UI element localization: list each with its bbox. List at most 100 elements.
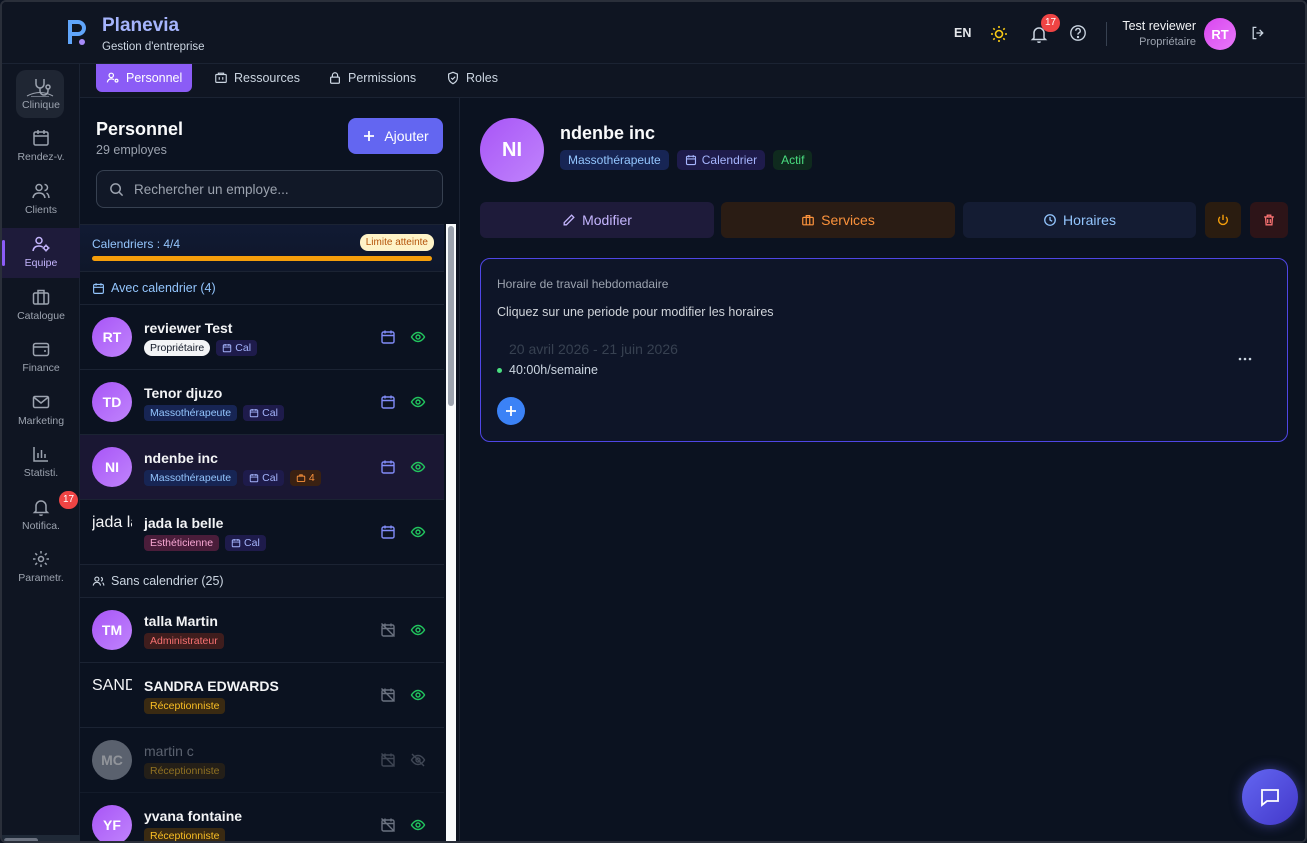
eye-icon[interactable] — [410, 394, 426, 410]
list-scrollbar[interactable] — [446, 224, 456, 841]
divider — [1106, 22, 1107, 46]
calendar-icon — [249, 473, 259, 483]
clock-icon — [1044, 214, 1056, 226]
nav-item-equipe[interactable]: Equipe — [2, 228, 80, 278]
nav-item-rendez-v[interactable]: Rendez-v. — [2, 122, 80, 172]
employee-row[interactable]: YF yvana fontaine Réceptionniste — [80, 793, 444, 841]
hours-button[interactable]: Horaires — [963, 202, 1196, 238]
tab-ressources[interactable]: Ressources — [204, 64, 310, 92]
help-icon[interactable] — [1069, 24, 1087, 42]
employee-avatar: MC — [92, 740, 132, 780]
user-role: Propriétaire — [1139, 36, 1196, 48]
employee-row[interactable]: RT reviewer Test Propriétaire Cal — [80, 305, 444, 370]
tab-permissions[interactable]: Permissions — [318, 64, 426, 92]
deactivate-button[interactable] — [1205, 202, 1241, 238]
nav-scroll-thumb[interactable] — [4, 838, 38, 841]
list-scroll-thumb[interactable] — [448, 226, 454, 406]
search-input[interactable] — [134, 181, 424, 197]
nav-item-notifica[interactable]: Notifica. 17 — [2, 491, 80, 541]
search-box[interactable] — [96, 170, 443, 208]
role-badge: Massothérapeute — [144, 405, 238, 421]
role-badge: Esthéticienne — [144, 535, 220, 551]
employee-list[interactable]: Calendriers : 4/4 Limite atteinte Avec c… — [80, 224, 444, 841]
nav-item-finance[interactable]: Finance — [2, 333, 80, 383]
employee-avatar: NI — [480, 118, 544, 182]
tab-roles[interactable]: Roles — [436, 64, 508, 92]
nav-item-catalogue[interactable]: Catalogue — [2, 281, 80, 331]
eye-icon[interactable] — [410, 459, 426, 475]
shield-icon — [448, 71, 458, 85]
employee-count: 29 employes — [96, 143, 167, 157]
group-label: Sans calendrier (25) — [111, 574, 224, 588]
eye-icon[interactable] — [410, 817, 426, 833]
limit-badge: Limite atteinte — [359, 234, 434, 251]
edit-button[interactable]: Modifier — [480, 202, 714, 238]
employee-row[interactable]: TD Tenor djuzo Massothérapeute Cal — [80, 370, 444, 435]
logout-icon[interactable] — [1250, 25, 1266, 41]
sun-icon[interactable] — [989, 24, 1009, 44]
eye-icon[interactable] — [410, 622, 426, 638]
calendar-icon — [685, 155, 696, 166]
employee-row[interactable]: SANDRA EDWARDS SANDRA EDWARDS Réceptionnis… — [80, 663, 444, 728]
briefcase-icon — [32, 289, 50, 305]
team-settings-icon — [32, 236, 50, 252]
nav-item-statisti[interactable]: Statisti. — [2, 438, 80, 488]
staff-panel: Personnel 29 employes Ajouter Calendrier… — [80, 98, 460, 841]
services-chip: 4 — [289, 470, 321, 486]
eye-icon[interactable] — [410, 687, 426, 703]
nav-label: Clinique — [22, 99, 60, 111]
calendar-icon[interactable] — [380, 329, 396, 345]
add-employee-button[interactable]: Ajouter — [348, 118, 443, 154]
eye-icon[interactable] — [410, 524, 426, 540]
users-icon — [92, 575, 105, 586]
employee-row[interactable]: NI ndenbe inc Massothérapeute Cal 4 — [80, 435, 444, 500]
add-schedule-button[interactable] — [497, 397, 525, 425]
employee-row[interactable]: jada la belle jada la belle Esthéticienne C… — [80, 500, 444, 565]
nav-item-marketing[interactable]: Marketing — [2, 386, 80, 436]
language-toggle[interactable]: EN — [954, 26, 971, 40]
calendar-off-icon[interactable] — [380, 752, 396, 768]
schedule-hours[interactable]: 40:00h/semaine — [497, 363, 598, 377]
calendar-badge-label: Calendrier — [701, 153, 758, 167]
calendar-icon[interactable] — [380, 459, 396, 475]
employee-avatar: RT — [92, 317, 132, 357]
calendar-icon[interactable] — [380, 524, 396, 540]
planevia-logo-icon[interactable] — [62, 16, 90, 48]
eye-icon[interactable] — [410, 329, 426, 345]
calendar-off-icon[interactable] — [380, 817, 396, 833]
employee-avatar: jada la belle — [92, 514, 132, 531]
user-settings-icon — [106, 72, 119, 83]
calendar-chip-label: Cal — [262, 472, 278, 484]
calendar-usage: Calendriers : 4/4 Limite atteinte — [80, 225, 444, 272]
calendar-icon — [231, 538, 241, 548]
nav-item-parametr[interactable]: Parametr. — [2, 543, 80, 593]
tab-label: Roles — [466, 71, 498, 85]
chat-button[interactable] — [1242, 769, 1298, 825]
user-avatar[interactable]: RT — [1204, 18, 1236, 50]
calendar-icon — [93, 282, 104, 294]
tab-personnel[interactable]: Personnel — [96, 64, 193, 92]
mail-icon — [32, 395, 50, 409]
card-hint: Cliquez sur une periode pour modifier le… — [497, 305, 774, 319]
services-button[interactable]: Services — [721, 202, 955, 238]
employee-name: yvana fontaine — [144, 808, 243, 824]
nav-item-clients[interactable]: Clients — [2, 175, 80, 225]
tab-label: Personnel — [126, 71, 183, 85]
calendar-icon[interactable] — [380, 394, 396, 410]
calendar-chip-label: Cal — [262, 407, 278, 419]
employee-row[interactable]: MC martin c Réceptionniste — [80, 728, 444, 793]
services-count: 4 — [308, 472, 315, 484]
calendar-chip: Cal — [243, 470, 284, 486]
more-options-icon[interactable] — [1237, 351, 1253, 367]
employee-row[interactable]: TM talla Martin Administrateur — [80, 598, 444, 663]
nav-label: Catalogue — [17, 310, 65, 322]
nav-item-clinique[interactable]: Clinique — [2, 70, 80, 120]
calendar-chip: Cal — [243, 405, 284, 421]
section-tabs: Personnel Ressources Permissions Roles — [80, 64, 1305, 98]
calendar-off-icon[interactable] — [380, 687, 396, 703]
delete-button[interactable] — [1250, 202, 1288, 238]
nav-scrollbar[interactable] — [2, 835, 80, 841]
schedule-period[interactable]: 20 avril 2026 - 21 juin 2026 — [509, 341, 678, 357]
eye-off-icon[interactable] — [410, 752, 426, 768]
calendar-off-icon[interactable] — [380, 622, 396, 638]
